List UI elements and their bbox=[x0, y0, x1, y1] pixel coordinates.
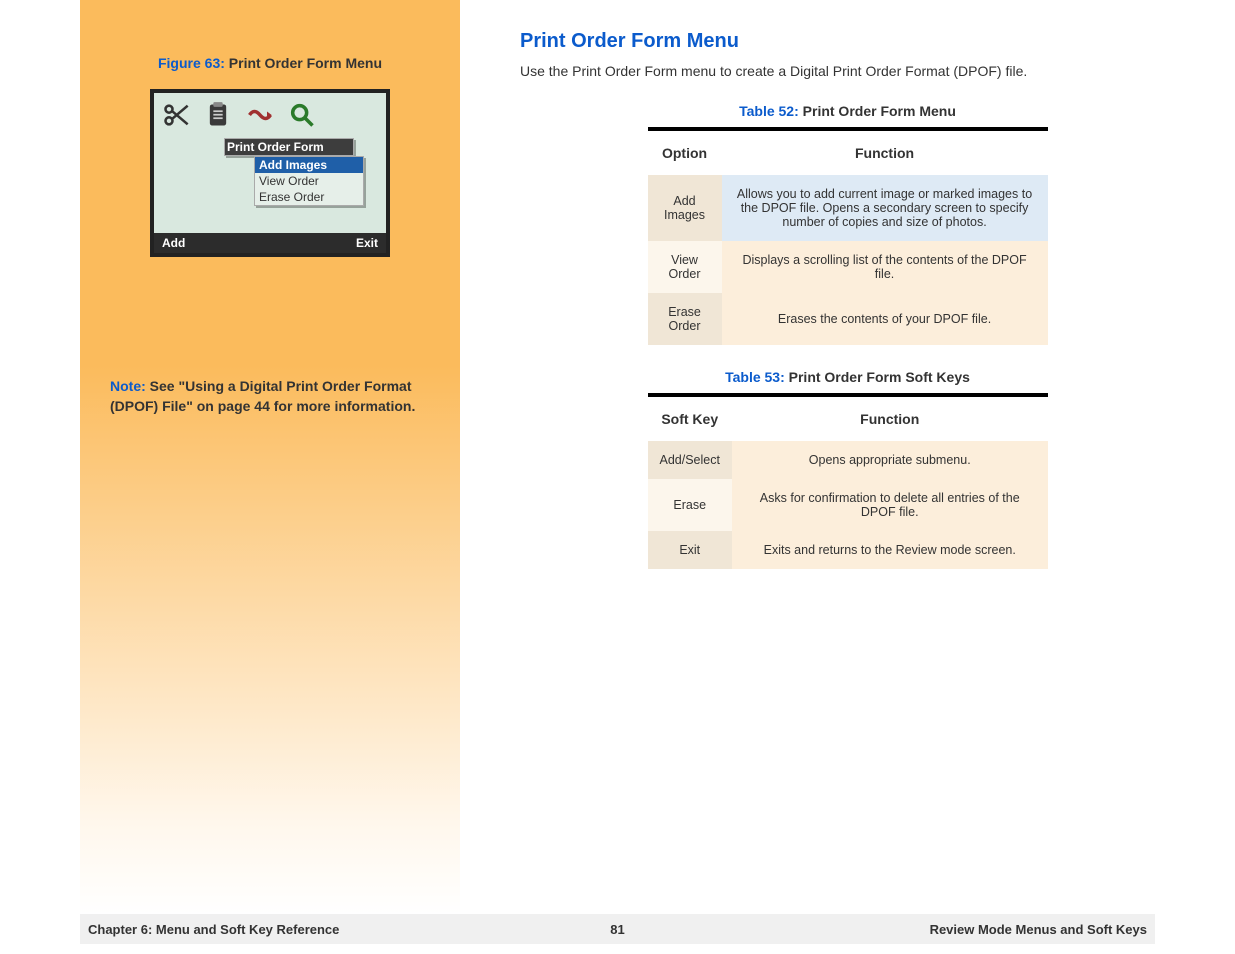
col-header: Option bbox=[648, 129, 722, 175]
cell-option: Erase bbox=[648, 479, 732, 531]
cell-function: Erases the contents of your DPOF file. bbox=[722, 293, 1048, 345]
cell-function: Exits and returns to the Review mode scr… bbox=[732, 531, 1048, 569]
table-row: View Order Displays a scrolling list of … bbox=[648, 241, 1048, 293]
slideshow-icon bbox=[246, 101, 274, 134]
cell-function: Opens appropriate submenu. bbox=[732, 441, 1048, 479]
cell-option: Erase Order bbox=[648, 293, 722, 345]
cell-option: Add Images bbox=[648, 175, 722, 241]
table-label: Table 52: bbox=[739, 103, 799, 119]
table-title: Print Order Form Menu bbox=[803, 103, 956, 119]
cell-function: Allows you to add current image or marke… bbox=[722, 175, 1048, 241]
table-row: Erase Asks for confirmation to delete al… bbox=[648, 479, 1048, 531]
table-label: Table 53: bbox=[725, 369, 785, 385]
main-column: Print Order Form Menu Use the Print Orde… bbox=[460, 0, 1235, 914]
figure-label: Figure 63: bbox=[158, 55, 225, 71]
lcd-softkey-right: Exit bbox=[356, 236, 378, 250]
table-52: Option Function Add Images Allows you to… bbox=[648, 127, 1048, 345]
col-header: Function bbox=[722, 129, 1048, 175]
table-row: Erase Order Erases the contents of your … bbox=[648, 293, 1048, 345]
lcd-menu-item: Add Images bbox=[255, 157, 363, 173]
note-block: Note: See "Using a Digital Print Order F… bbox=[100, 377, 440, 416]
figure-title: Print Order Form Menu bbox=[229, 55, 382, 71]
cell-function: Displays a scrolling list of the content… bbox=[722, 241, 1048, 293]
cell-option: View Order bbox=[648, 241, 722, 293]
lcd-menu-item: Erase Order bbox=[255, 189, 363, 205]
page-heading: Print Order Form Menu bbox=[520, 30, 1175, 53]
clipboard-icon bbox=[204, 101, 232, 134]
lcd-menu-title: Print Order Form bbox=[224, 138, 354, 156]
cell-function: Asks for confirmation to delete all entr… bbox=[732, 479, 1048, 531]
cell-option: Exit bbox=[648, 531, 732, 569]
col-header: Function bbox=[732, 395, 1048, 441]
lcd-softkey-left: Add bbox=[162, 236, 185, 250]
footer-left: Chapter 6: Menu and Soft Key Reference bbox=[88, 922, 339, 937]
figure-caption: Figure 63: Print Order Form Menu bbox=[100, 55, 440, 71]
footer-page-number: 81 bbox=[610, 922, 624, 937]
lcd-menu-item: View Order bbox=[255, 173, 363, 189]
magnify-icon bbox=[288, 101, 316, 134]
table-row: Add Images Allows you to add current ima… bbox=[648, 175, 1048, 241]
table-53: Soft Key Function Add/Select Opens appro… bbox=[648, 393, 1048, 569]
footer-right: Review Mode Menus and Soft Keys bbox=[930, 922, 1147, 937]
col-header: Soft Key bbox=[648, 395, 732, 441]
intro-paragraph: Use the Print Order Form menu to create … bbox=[520, 63, 1175, 79]
page-footer: Chapter 6: Menu and Soft Key Reference 8… bbox=[80, 914, 1155, 944]
table53-caption: Table 53: Print Order Form Soft Keys bbox=[520, 369, 1175, 385]
scissors-icon bbox=[162, 101, 190, 134]
table52-caption: Table 52: Print Order Form Menu bbox=[520, 103, 1175, 119]
sidebar-column: Figure 63: Print Order Form Menu bbox=[80, 0, 460, 914]
note-label: Note: bbox=[110, 378, 146, 394]
table-row: Exit Exits and returns to the Review mod… bbox=[648, 531, 1048, 569]
cell-option: Add/Select bbox=[648, 441, 732, 479]
note-text: See "Using a Digital Print Order Format … bbox=[110, 378, 415, 414]
lcd-menu-items: Add Images View Order Erase Order bbox=[254, 156, 364, 206]
table-title: Print Order Form Soft Keys bbox=[789, 369, 970, 385]
table-row: Add/Select Opens appropriate submenu. bbox=[648, 441, 1048, 479]
lcd-screenshot: Print Order Form Add Images View Order E… bbox=[150, 89, 390, 257]
